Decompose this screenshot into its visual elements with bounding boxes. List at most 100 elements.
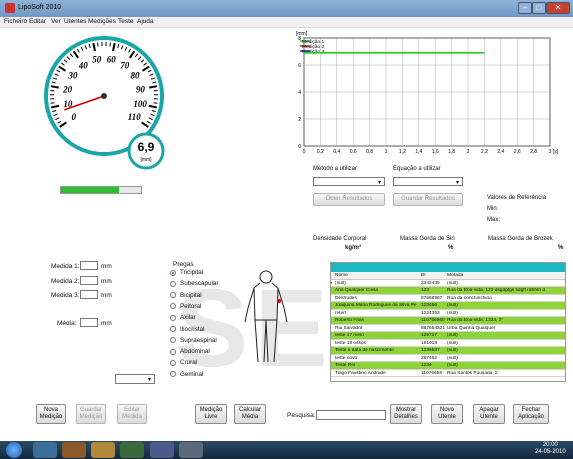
radio-icon[interactable] [170,303,176,310]
table-row[interactable]: teste 18 ossos 181018 (null) [331,339,565,347]
method-select[interactable] [313,177,385,186]
table-row[interactable]: Teste a data de nascimento 1236587 (null) [331,347,565,355]
menu-teste[interactable]: Teste [118,18,134,25]
prega-option[interactable]: Supraespinal [170,336,217,345]
table-row[interactable]: Desfrudes 67568967 Rua da conchinchina [331,294,565,302]
density-label: Densidade Corporal [313,236,367,242]
header-bi: BI [421,273,426,278]
prega-option[interactable]: Geminal [170,370,203,379]
cell-morada: (null) [447,348,458,353]
close-button[interactable]: ✕ [546,2,570,14]
show-details-button[interactable]: Mostrar Detalhes [390,404,422,424]
equation-select[interactable] [393,177,463,186]
taskbar-app2-icon[interactable] [179,442,203,458]
table-row[interactable]: Teste Rei 1234 (null) [331,362,565,370]
new-measure-button[interactable]: Nova Medição [36,404,66,424]
menu-ficheiro[interactable]: Ficheiro [4,18,27,25]
prega-option[interactable]: Axilar [170,313,196,322]
taskbar-firefox-icon[interactable] [62,442,86,458]
maximize-button[interactable]: □ [532,2,546,14]
prega-option[interactable]: Tricipital [170,268,203,277]
radio-icon[interactable] [170,280,176,287]
chart-xtick-label: 3 [549,149,552,155]
prega-option-label: Axilar [180,314,196,322]
gauge-tick-label: 0 [71,112,76,122]
cell-bi: 181018 [421,340,438,346]
radio-icon[interactable] [170,348,176,355]
prega-option[interactable]: Crural [170,358,197,367]
menu-ajuda[interactable]: Ajuda [137,18,154,25]
obtain-results-button[interactable]: Obter Resultados [313,193,385,206]
cell-morada: (null) [447,310,458,316]
app-icon [5,3,15,13]
delete-patient-button[interactable]: Apagar Utente [473,404,505,424]
prega-option[interactable]: Bicipital [170,291,202,300]
measure-1-unit: mm [101,263,112,270]
calculate-average-button[interactable]: Calcular Média [234,404,266,424]
edit-measure-button[interactable]: Editar Medida [117,404,147,424]
radio-icon[interactable] [170,269,176,276]
cell-nome: retert [335,310,347,316]
table-row[interactable]: teste novo 287462 (null) [331,354,565,362]
chart-xtick-label: 1,2 [399,149,406,155]
gauge-tick-label: 90 [136,84,146,94]
cell-morada: Rua da Boa-vida, 1324, 2º [447,318,504,323]
table-row[interactable]: ▸ (null) 2342435 (null) [331,279,565,287]
free-measure-button[interactable]: Medição Livre [195,404,227,424]
header-morada: Morada [447,273,464,278]
skinfold-marker [277,299,281,303]
menu-utentes[interactable]: Utentes [64,18,86,25]
radio-icon[interactable] [170,326,176,332]
start-button[interactable] [6,442,22,458]
radio-icon[interactable] [170,337,176,344]
reference-title: Valores de Referência [487,195,546,201]
measure-3-input[interactable] [80,290,98,299]
new-patient-button[interactable]: Novo Utente [431,404,463,424]
measure-2-input[interactable] [80,276,98,285]
menu-ver[interactable]: Ver [51,18,61,25]
progress-fill [61,187,119,193]
cell-bi: 11076658 [421,370,442,376]
skinfold-dropdown[interactable] [115,374,155,384]
taskbar-app-icon[interactable] [150,442,174,458]
table-row[interactable]: Roberto Frias 110756560 Rua da Boa-vida, 1… [331,317,565,325]
taskbar-media-icon[interactable] [120,442,144,458]
window-title: LipoSoft 2010 [18,4,62,11]
prega-option[interactable]: Abdominal [170,347,210,356]
line-chart: 0 0,2 0,4 0,6 0,8 1 1,2 1,4 1,6 1,8 2 2,2 2,4 2,6 2,8 3… [296,31,559,155]
cell-nome: teste 17 meio [335,333,364,338]
prega-option-label: Supraespinal [180,336,217,344]
cell-bi: 67568967 [421,295,443,301]
chart-xtick-label: 0,6 [350,149,357,155]
chart-ytick-label: 6 [298,63,301,69]
measure-1-input[interactable] [80,261,98,270]
save-measure-button[interactable]: Guardar Medição [76,404,106,424]
prega-option[interactable]: Iliocristal [170,325,205,334]
table-row[interactable]: teste 17 meio 125717 (null) [331,332,565,340]
save-results-button[interactable]: Guardar Resultados [393,193,463,206]
radio-icon[interactable] [170,314,176,321]
table-row[interactable]: Joaquina Maria Rodrigues da Silva Pe 1234… [331,302,565,310]
menu-medicoes[interactable]: Medições [88,18,116,25]
table-row[interactable]: Ana Qualquer Coisa 123 Rua da Boa-vida, 12… [331,287,565,295]
table-row[interactable]: Rui Salvador 887654321 Urba Quinha Qualque… [331,324,565,332]
taskbar: 20:00 24-05-2010 [0,441,573,459]
gauge-tick [149,85,158,89]
table-row[interactable]: Tiago Faustino Andrade 11076658 Rua Santos… [331,369,565,377]
average-input[interactable] [80,318,98,327]
prega-option[interactable]: Subescapular [170,279,219,288]
radio-icon[interactable] [170,292,176,299]
taskbar-ie-icon[interactable] [33,442,57,458]
prega-option[interactable]: Peitoral [170,302,201,311]
search-input[interactable] [316,410,386,420]
table-row[interactable]: retert 1224353 (null) [331,309,565,317]
menu-editar[interactable]: Editar [29,18,46,25]
equation-label: Equação a utilizar [393,166,441,172]
radio-icon[interactable] [170,359,176,366]
cell-nome: Joaquina Maria Rodrigues da Silva Pe [335,303,417,308]
radio-icon[interactable] [170,371,176,378]
gauge-tick-label: 60 [107,55,117,65]
minimize-button[interactable]: – [518,2,532,14]
close-application-button[interactable]: Fechar Aplicação [513,404,549,424]
taskbar-explorer-icon[interactable] [91,442,115,458]
